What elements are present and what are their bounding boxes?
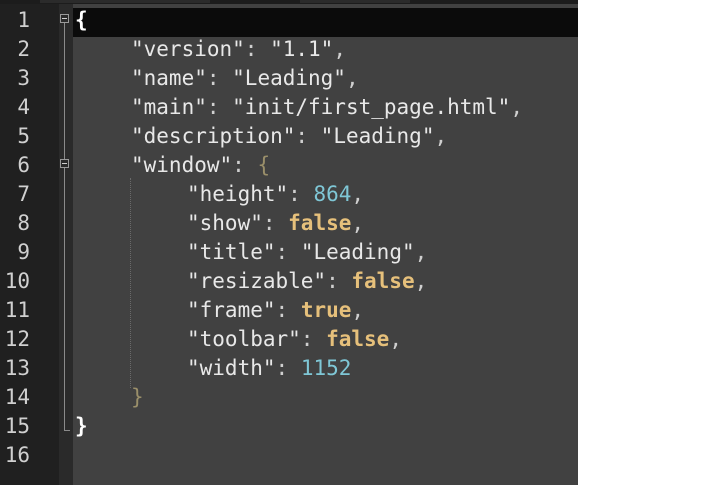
line-number: 1 [17, 8, 30, 32]
json-value: 1152 [300, 356, 352, 380]
code-line[interactable]: "title": "Leading", [187, 238, 427, 267]
tab[interactable] [300, 0, 410, 3]
code-line[interactable]: "show": false, [187, 209, 364, 238]
code-line[interactable]: "resizable": false, [187, 267, 427, 296]
line-number: 15 [4, 414, 30, 438]
line-number: 12 [4, 327, 30, 351]
trailing-comma: , [351, 298, 365, 322]
separator: : [244, 37, 271, 61]
json-key: "height" [187, 182, 289, 206]
separator: : [206, 66, 233, 90]
line-number: 10 [4, 269, 30, 293]
json-value: "init/first_page.html" [232, 95, 511, 119]
indent-guide [130, 178, 131, 388]
separator: : [275, 356, 301, 380]
trailing-comma: , [351, 211, 365, 235]
fold-end-marker [64, 430, 70, 431]
code-line[interactable]: "version": "1.1", [131, 35, 346, 64]
json-key: "show" [187, 211, 263, 235]
separator: : [288, 182, 314, 206]
separator: : [206, 95, 233, 119]
json-key: "name" [131, 66, 207, 90]
code-line[interactable]: "toolbar": false, [187, 325, 402, 354]
line-number: 8 [17, 211, 30, 235]
json-key: "frame" [187, 298, 276, 322]
json-value: "1.1" [270, 37, 334, 61]
trailing-comma: , [414, 240, 428, 264]
brace: } [75, 414, 88, 438]
code-line[interactable]: "frame": true, [187, 296, 364, 325]
fold-guide-line [64, 23, 65, 163]
json-value: false [288, 211, 352, 235]
separator: : [300, 327, 327, 351]
brace: { [75, 8, 88, 32]
line-number: 13 [4, 356, 30, 380]
trailing-comma: , [414, 269, 428, 293]
code-line[interactable]: } [75, 412, 88, 441]
json-value: { [257, 153, 271, 177]
trailing-comma: , [510, 95, 523, 119]
fold-toggle-icon[interactable] [60, 14, 69, 23]
json-value: "Leading" [232, 66, 346, 90]
line-number: 16 [4, 443, 30, 467]
tab[interactable] [40, 0, 210, 3]
json-value: "Leading" [320, 124, 435, 148]
code-line[interactable]: { [75, 6, 88, 35]
json-key: "description" [131, 124, 296, 148]
separator: : [262, 211, 289, 235]
fold-margin [59, 4, 73, 485]
line-number: 7 [17, 182, 30, 206]
code-line[interactable]: "main": "init/first_page.html", [131, 93, 523, 122]
current-line-highlight [73, 8, 578, 37]
json-value: false [351, 269, 415, 293]
line-number: 3 [17, 66, 30, 90]
json-key: "toolbar" [187, 327, 301, 351]
json-key: "title" [187, 240, 276, 264]
json-value: true [300, 298, 352, 322]
trailing-comma: , [351, 182, 365, 206]
trailing-comma: , [345, 66, 359, 90]
fold-toggle-icon[interactable] [60, 159, 69, 168]
json-key: "version" [131, 37, 245, 61]
line-number: 4 [17, 95, 30, 119]
line-number: 9 [17, 240, 30, 264]
json-key: "resizable" [187, 269, 327, 293]
code-editor-window: 1 2 3 4 5 6 7 8 9 10 11 12 13 14 15 16{"version": "1.1"… [0, 0, 719, 485]
trailing-comma: , [389, 327, 402, 351]
trailing-comma: , [333, 37, 346, 61]
line-number: 6 [17, 153, 30, 177]
line-number: 11 [4, 298, 30, 322]
code-line[interactable]: } [131, 383, 144, 412]
line-number: 5 [17, 124, 30, 148]
code-line[interactable]: "window": { [131, 151, 270, 180]
json-value: "Leading" [300, 240, 415, 264]
json-value: 864 [313, 182, 352, 206]
line-number: 2 [17, 37, 30, 61]
json-key: "main" [131, 95, 207, 119]
json-key: "window" [131, 153, 233, 177]
code-line[interactable]: "description": "Leading", [131, 122, 447, 151]
json-value: false [326, 327, 390, 351]
line-number: 14 [4, 385, 30, 409]
code-line[interactable]: "name": "Leading", [131, 64, 359, 93]
separator: : [275, 298, 301, 322]
separator: : [295, 124, 321, 148]
separator: : [232, 153, 258, 177]
fold-guide-line [64, 168, 65, 430]
closing-brace-dim: } [131, 385, 144, 409]
json-key: "width" [187, 356, 276, 380]
separator: : [326, 269, 352, 293]
separator: : [275, 240, 301, 264]
trailing-comma: , [434, 124, 448, 148]
code-line[interactable]: "width": 1152 [187, 354, 351, 383]
code-line[interactable]: "height": 864, [187, 180, 364, 209]
